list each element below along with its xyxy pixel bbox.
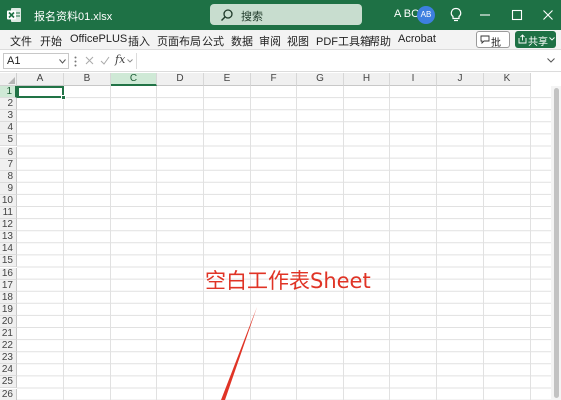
- column-header-b[interactable]: B: [64, 73, 111, 86]
- search-icon: [221, 9, 233, 21]
- menu-pdf-toolbox[interactable]: PDF工具箱: [316, 33, 371, 49]
- more-options-icon[interactable]: [74, 56, 77, 67]
- menu-view[interactable]: 视图: [287, 33, 309, 49]
- divider: [136, 53, 137, 69]
- row-header-5[interactable]: 5: [0, 134, 17, 147]
- column-header-a[interactable]: A: [17, 73, 64, 86]
- column-header-e[interactable]: E: [204, 73, 251, 86]
- cancel-icon[interactable]: [85, 56, 94, 65]
- row-header-6[interactable]: 6: [0, 146, 17, 159]
- row-header-23[interactable]: 23: [0, 352, 17, 365]
- name-box-value: A1: [7, 55, 21, 67]
- menu-review[interactable]: 审阅: [259, 33, 281, 49]
- ribbon-menu: 文件 开始 OfficePLUS 插入 页面布局 公式 数据 审阅 视图 PDF…: [0, 30, 561, 64]
- formula-bar: A1 fx: [0, 51, 561, 72]
- search-placeholder: 搜索: [241, 11, 263, 23]
- row-header-19[interactable]: 19: [0, 303, 17, 316]
- menu-data[interactable]: 数据: [231, 33, 253, 49]
- menu-home[interactable]: 开始: [40, 33, 62, 49]
- expand-formula-bar-icon[interactable]: [547, 58, 555, 63]
- row-header-14[interactable]: 14: [0, 243, 17, 256]
- chevron-down-icon[interactable]: [127, 59, 133, 63]
- title-bar: 报名资料01.xlsx 搜索 A BC AB: [0, 0, 561, 30]
- row-header-10[interactable]: 10: [0, 194, 17, 207]
- name-box[interactable]: A1: [3, 53, 69, 69]
- minimize-icon[interactable]: [477, 7, 493, 23]
- row-header-17[interactable]: 17: [0, 279, 17, 292]
- row-header-3[interactable]: 3: [0, 110, 17, 123]
- check-icon[interactable]: [100, 56, 110, 65]
- menu-formulas[interactable]: 公式: [202, 33, 224, 49]
- column-header-i[interactable]: I: [390, 73, 437, 86]
- row-header-2[interactable]: 2: [0, 98, 17, 111]
- share-icon: [518, 34, 527, 44]
- row-header-8[interactable]: 8: [0, 170, 17, 183]
- row-header-25[interactable]: 25: [0, 376, 17, 389]
- spreadsheet-grid[interactable]: ABCDEFGHIJK 1 2 3 4 5 6 7 8 9 10 11 12 13 14 15 16 17 18 1…: [0, 73, 561, 400]
- comments-button[interactable]: 批注: [476, 31, 510, 64]
- row-header-11[interactable]: 11: [0, 207, 17, 219]
- menu-acrobat[interactable]: Acrobat: [398, 33, 436, 45]
- column-header-k[interactable]: K: [484, 73, 531, 86]
- row-header-16[interactable]: 16: [0, 267, 17, 280]
- menu-help[interactable]: 帮助: [369, 33, 391, 49]
- menu-insert[interactable]: 插入: [128, 33, 150, 49]
- excel-logo-icon: [7, 8, 21, 22]
- row-header-26[interactable]: 26: [0, 388, 17, 400]
- search-box[interactable]: 搜索: [210, 4, 362, 25]
- row-header-1[interactable]: 1: [0, 86, 17, 98]
- row-header-18[interactable]: 18: [0, 291, 17, 304]
- row-header-4[interactable]: 4: [0, 122, 17, 135]
- insert-function-button[interactable]: fx: [115, 53, 125, 66]
- lightbulb-icon[interactable]: [449, 7, 463, 23]
- scrollbar-thumb[interactable]: [554, 88, 559, 398]
- column-header-f[interactable]: F: [251, 73, 297, 86]
- document-title: 报名资料01.xlsx: [34, 11, 113, 23]
- chevron-down-icon: [549, 37, 555, 41]
- menu-file[interactable]: 文件: [10, 33, 32, 49]
- share-label: 共享: [528, 37, 548, 48]
- select-all-button[interactable]: [0, 73, 17, 86]
- row-header-15[interactable]: 15: [0, 255, 17, 268]
- fill-handle[interactable]: [61, 95, 66, 100]
- row-header-9[interactable]: 9: [0, 182, 17, 195]
- active-cell-selection[interactable]: [17, 86, 66, 100]
- annotation-arrow: [221, 307, 257, 400]
- column-header-g[interactable]: G: [297, 73, 344, 86]
- cell-gridlines: [17, 86, 551, 400]
- user-name[interactable]: A BC: [394, 8, 419, 20]
- menu-page-layout[interactable]: 页面布局: [157, 33, 201, 49]
- annotation-label: 空白工作表Sheet: [205, 269, 371, 293]
- column-header-c[interactable]: C: [111, 73, 157, 86]
- column-header-h[interactable]: H: [344, 73, 390, 86]
- row-header-7[interactable]: 7: [0, 158, 17, 171]
- select-all-icon: [8, 77, 15, 84]
- column-header-j[interactable]: J: [437, 73, 484, 86]
- vertical-scrollbar[interactable]: [551, 86, 561, 400]
- row-header-24[interactable]: 24: [0, 364, 17, 377]
- row-header-22[interactable]: 22: [0, 340, 17, 353]
- row-header-13[interactable]: 13: [0, 231, 17, 244]
- share-button[interactable]: 共享: [515, 31, 556, 48]
- close-icon[interactable]: [540, 7, 556, 23]
- column-header-d[interactable]: D: [157, 73, 204, 86]
- comment-icon: [480, 35, 490, 44]
- chevron-down-icon[interactable]: [59, 59, 66, 64]
- menu-officeplus[interactable]: OfficePLUS: [70, 33, 127, 45]
- row-header-21[interactable]: 21: [0, 328, 17, 340]
- maximize-icon[interactable]: [509, 7, 525, 23]
- row-header-12[interactable]: 12: [0, 219, 17, 232]
- avatar[interactable]: AB: [417, 6, 435, 24]
- formula-input[interactable]: [140, 53, 540, 69]
- row-header-20[interactable]: 20: [0, 315, 17, 328]
